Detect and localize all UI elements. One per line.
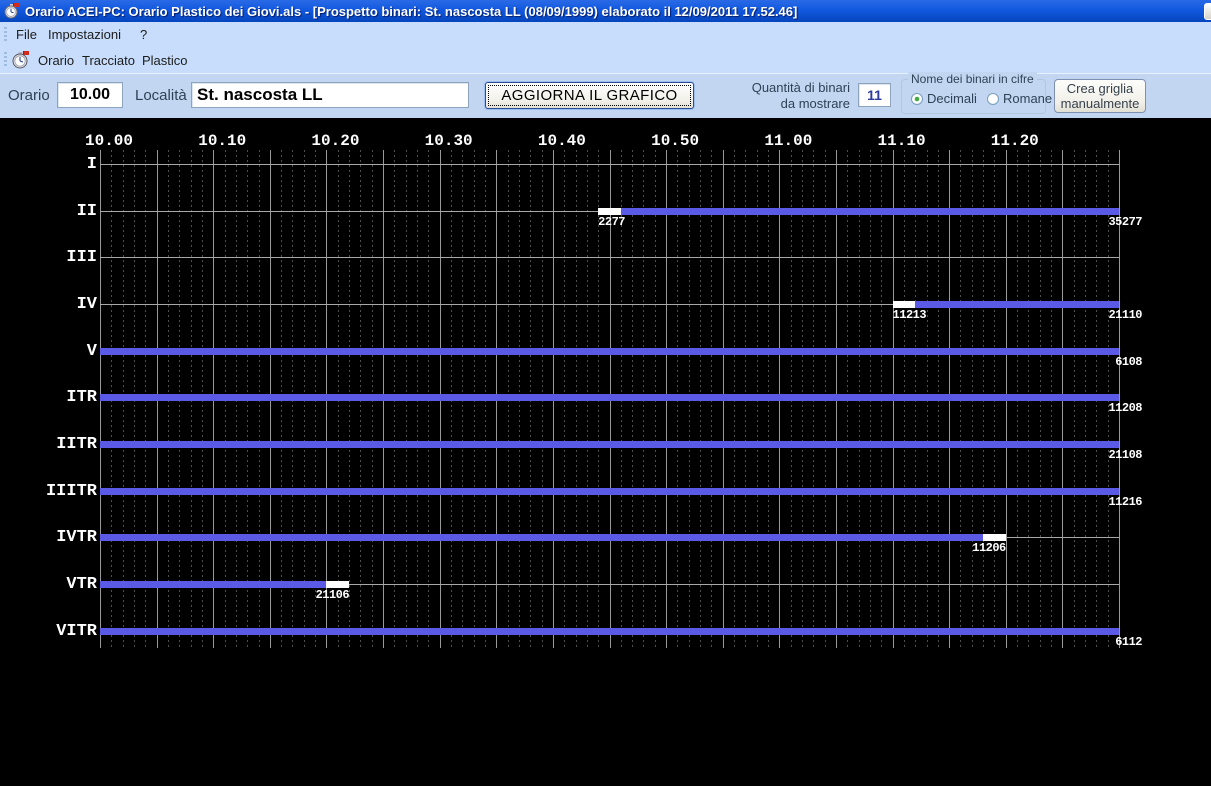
- quantita-label-line1: Quantità di binari: [735, 80, 850, 96]
- crea-griglia-button[interactable]: Crea griglia manualmente: [1054, 79, 1146, 113]
- train-stop-segment: [326, 581, 349, 588]
- tool-tracciato[interactable]: Tracciato: [76, 47, 141, 73]
- train-number-label: 21110: [1108, 308, 1142, 322]
- stopwatch-flag-icon[interactable]: [12, 51, 30, 69]
- radio-decimali-circle[interactable]: [911, 93, 923, 105]
- train-number-label: 6112: [1115, 635, 1142, 649]
- track-label: VITR: [0, 623, 97, 640]
- track-label: IVTR: [0, 529, 97, 546]
- track-label: IIITR: [0, 483, 97, 500]
- track-grid-line: [100, 257, 1119, 258]
- track-label: IV: [0, 296, 97, 313]
- time-tick-label: 11.00: [764, 132, 812, 150]
- train-stop-segment: [983, 534, 1006, 541]
- radio-romane[interactable]: Romane: [987, 91, 1052, 106]
- toolbar-grip[interactable]: [4, 52, 7, 68]
- localita-label: Località: [135, 87, 187, 104]
- aggiorna-grafico-button[interactable]: AGGIORNA IL GRAFICO: [485, 82, 694, 109]
- stopwatch-icon: [4, 3, 20, 19]
- app-window: Orario ACEI-PC: Orario Plastico dei Giov…: [0, 0, 1211, 786]
- tool-orario[interactable]: Orario: [32, 47, 80, 73]
- track-label: II: [0, 203, 97, 220]
- menu-bar: File Impostazioni ?: [0, 22, 1211, 47]
- menu-file[interactable]: File: [10, 22, 43, 47]
- track-label: V: [0, 343, 97, 360]
- train-number-label: 21108: [1108, 448, 1142, 462]
- track-grid-line: [100, 164, 1119, 165]
- localita-input[interactable]: [191, 82, 469, 108]
- track-label: IITR: [0, 436, 97, 453]
- train-run-segment: [100, 534, 983, 541]
- train-number-label: 2277: [598, 215, 625, 229]
- time-tick-label: 10.10: [198, 132, 246, 150]
- train-number-label: 11206: [972, 541, 1006, 555]
- train-number-label: 11208: [1108, 401, 1142, 415]
- train-stop-segment: [598, 208, 621, 215]
- radio-romane-circle[interactable]: [987, 93, 999, 105]
- radio-decimali[interactable]: Decimali: [911, 91, 977, 106]
- train-run-segment: [100, 348, 1119, 355]
- quantita-binari-label: Quantità di binari da mostrare: [735, 80, 850, 112]
- window-control-button-fragment[interactable]: [1204, 3, 1211, 20]
- time-tick-label: 10.20: [311, 132, 359, 150]
- time-tick-label: 10.40: [538, 132, 586, 150]
- time-tick-label: 11.20: [991, 132, 1039, 150]
- train-number-label: 11216: [1108, 495, 1142, 509]
- radio-romane-label: Romane: [1003, 91, 1052, 106]
- train-number-label: 21106: [316, 588, 350, 602]
- quantita-binari-input[interactable]: [858, 83, 891, 107]
- nome-binari-groupbox: Nome dei binari in cifre Decimali Romane: [901, 79, 1046, 114]
- train-run-segment: [915, 301, 1119, 308]
- track-label: VTR: [0, 576, 97, 593]
- train-run-segment: [100, 628, 1119, 635]
- form-bar: Orario Località AGGIORNA IL GRAFICO Quan…: [0, 74, 1211, 118]
- time-tick-label: 10.00: [85, 132, 133, 150]
- train-run-segment: [100, 581, 326, 588]
- train-number-label: 35277: [1108, 215, 1142, 229]
- menu-help[interactable]: ?: [134, 22, 153, 47]
- title-bar: Orario ACEI-PC: Orario Plastico dei Giov…: [0, 0, 1211, 22]
- train-run-segment: [100, 441, 1119, 448]
- train-run-segment: [621, 208, 1119, 215]
- train-number-label: 6108: [1115, 355, 1142, 369]
- track-label: III: [0, 249, 97, 266]
- track-occupation-chart: 10.00 10.10 10.20 10.30 10.40 10.50 11.00 11.10…: [0, 118, 1211, 786]
- radio-decimali-label: Decimali: [927, 91, 977, 106]
- train-run-segment: [100, 488, 1119, 495]
- track-label: ITR: [0, 389, 97, 406]
- track-label: I: [0, 156, 97, 173]
- tool-bar: Orario Tracciato Plastico: [0, 47, 1211, 74]
- time-tick-label: 10.50: [651, 132, 699, 150]
- orario-input[interactable]: [57, 82, 123, 108]
- window-title: Orario ACEI-PC: Orario Plastico dei Giov…: [25, 4, 797, 19]
- quantita-label-line2: da mostrare: [735, 96, 850, 112]
- train-stop-segment: [893, 301, 916, 308]
- time-tick-label: 10.30: [425, 132, 473, 150]
- train-number-label: 11213: [893, 308, 927, 322]
- train-run-segment: [100, 394, 1119, 401]
- nome-binari-groupbox-label: Nome dei binari in cifre: [908, 72, 1037, 86]
- menubar-grip[interactable]: [4, 27, 7, 42]
- tool-plastico[interactable]: Plastico: [136, 47, 194, 73]
- crea-button-line2: manualmente: [1055, 96, 1145, 111]
- menu-impostazioni[interactable]: Impostazioni: [42, 22, 127, 47]
- orario-label: Orario: [8, 87, 50, 104]
- time-tick-label: 11.10: [878, 132, 926, 150]
- crea-button-line1: Crea griglia: [1055, 81, 1145, 96]
